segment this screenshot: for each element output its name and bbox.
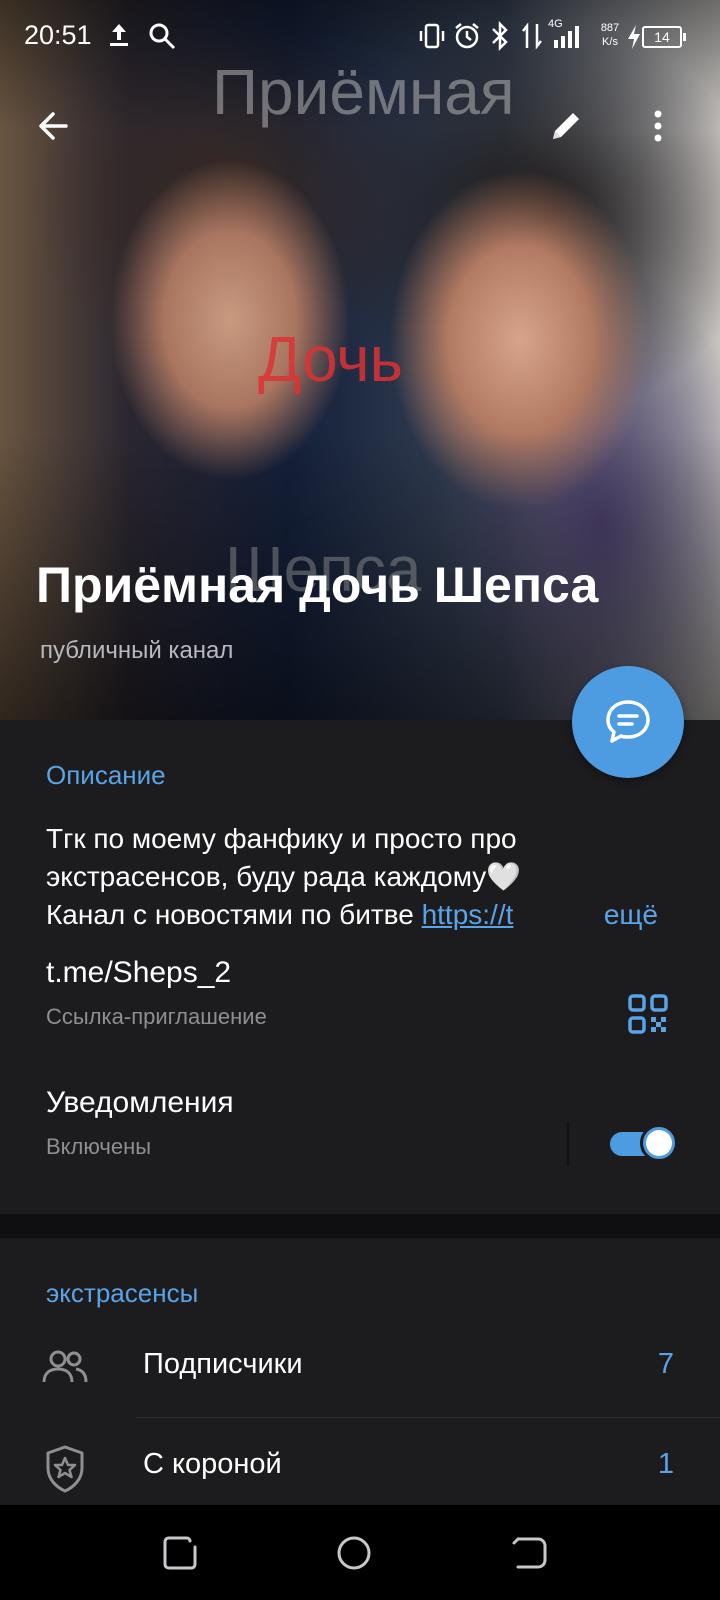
description-line: Тгк по моему фанфику и просто про xyxy=(46,823,517,854)
toggle-knob xyxy=(640,1124,678,1162)
recents-icon[interactable] xyxy=(160,1533,200,1573)
description-line: Канал с новостями по битве https://t ещё xyxy=(46,896,676,934)
more-vertical-icon xyxy=(654,110,662,142)
alarm-icon xyxy=(455,23,479,49)
invite-link-label: Ссылка-приглашение xyxy=(46,1004,267,1029)
chat-bubble-icon xyxy=(606,700,650,743)
list-item-crowned[interactable]: С короной 1 xyxy=(0,1418,720,1518)
members-section-header: экстрасенсы xyxy=(46,1278,199,1308)
discussion-fab[interactable] xyxy=(572,666,684,778)
arrow-left-icon xyxy=(39,112,68,140)
show-more-link[interactable]: ещё xyxy=(604,896,658,934)
description-link[interactable]: https://t xyxy=(422,899,514,930)
back-button[interactable] xyxy=(28,100,80,152)
people-icon xyxy=(42,1350,88,1383)
charging-icon xyxy=(628,25,640,49)
notifications-status: Включены xyxy=(46,1134,152,1159)
network-speed-value: 887 xyxy=(600,22,620,34)
list-item-count: 1 xyxy=(657,1448,674,1480)
status-time: 20:51 xyxy=(24,20,92,50)
signal-icon xyxy=(554,26,579,48)
description-header: Описание xyxy=(46,760,166,790)
avatar-watermark-middle: Дочь xyxy=(258,323,403,395)
invite-link[interactable]: t.me/Sheps_2 xyxy=(46,956,231,990)
edit-button[interactable] xyxy=(540,100,592,152)
search-icon xyxy=(149,23,176,50)
notifications-title[interactable]: Уведомления xyxy=(46,1086,234,1120)
status-bar: 20:51 4G 887 K/s 14 xyxy=(0,0,720,72)
description-text: Канал с новостями по битве xyxy=(46,899,422,930)
shield-star-icon xyxy=(46,1445,84,1493)
list-item-subscribers[interactable]: Подписчики 7 xyxy=(0,1318,720,1418)
more-options-button[interactable] xyxy=(632,100,684,152)
vibrate-icon xyxy=(419,23,445,49)
list-item-label: С короной xyxy=(143,1448,282,1480)
pencil-icon xyxy=(553,113,579,139)
list-item-label: Подписчики xyxy=(143,1348,303,1380)
description-line: экстрасенсов, буду рада каждому🤍 xyxy=(46,861,522,892)
channel-title: Приёмная дочь Шепса xyxy=(36,557,599,613)
back-nav-icon[interactable] xyxy=(510,1533,550,1573)
system-navigation-bar xyxy=(0,1505,720,1600)
network-speed-unit: K/s xyxy=(602,36,618,48)
qr-code-icon[interactable] xyxy=(628,994,668,1034)
bluetooth-icon xyxy=(492,21,508,51)
channel-type: публичный канал xyxy=(40,637,234,664)
battery-level: 14 xyxy=(642,26,686,48)
notifications-toggle[interactable] xyxy=(610,1124,680,1162)
row-divider xyxy=(567,1122,569,1166)
channel-description[interactable]: Тгк по моему фанфику и просто про экстра… xyxy=(46,820,676,934)
home-icon[interactable] xyxy=(334,1533,374,1573)
data-transfer-icon xyxy=(522,22,542,50)
list-item-count: 7 xyxy=(657,1348,674,1380)
upload-icon xyxy=(110,24,128,46)
